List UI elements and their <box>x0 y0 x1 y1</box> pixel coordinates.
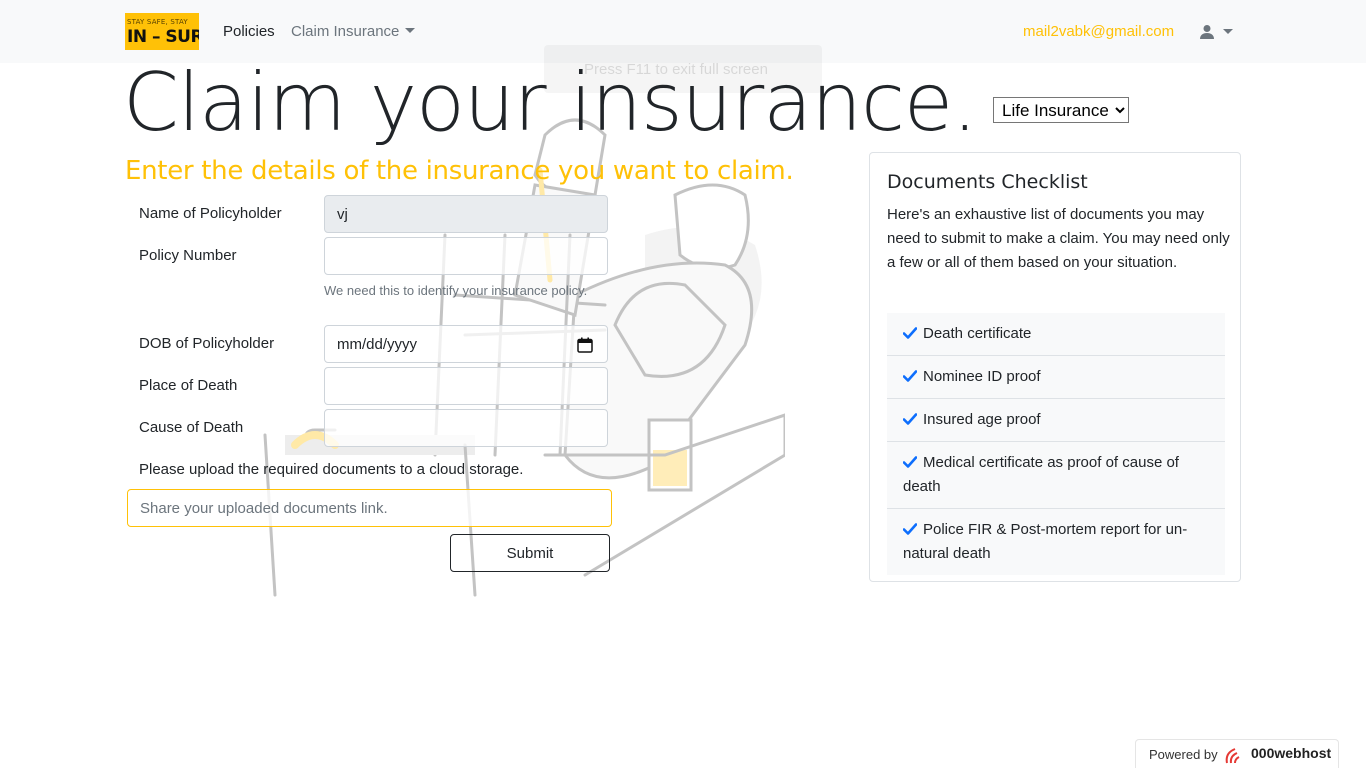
checklist-item-label: Police FIR & Post-mortem report for un-n… <box>903 521 1188 562</box>
name-field[interactable] <box>324 195 608 233</box>
logo-tagline: STAY SAFE, STAY <box>127 18 188 26</box>
brand-logo[interactable]: STAY SAFE, STAY IN – SURE <box>125 13 199 50</box>
check-icon <box>903 523 917 535</box>
place-of-death-label: Place of Death <box>139 377 238 394</box>
checklist-item-label: Medical certificate as proof of cause of… <box>903 454 1179 495</box>
logo-text: IN – SURE <box>127 27 199 47</box>
webhost-brand: 000webhost <box>1251 745 1332 761</box>
powered-by-badge[interactable]: Powered by 000webhost <box>1135 739 1339 768</box>
upload-instruction: Please upload the required documents to … <box>139 461 524 478</box>
user-icon[interactable] <box>1199 24 1215 40</box>
checklist-item: Insured age proof <box>887 399 1225 442</box>
name-label: Name of Policyholder <box>139 205 282 222</box>
policy-number-help: We need this to identify your insurance … <box>324 283 588 298</box>
check-icon <box>903 413 917 425</box>
checklist-item-label: Death certificate <box>923 325 1032 342</box>
checklist-title: Documents Checklist <box>887 171 1088 193</box>
nav-claim-insurance-dropdown[interactable]: Claim Insurance <box>291 22 416 42</box>
check-icon <box>903 370 917 382</box>
checklist-item-label: Insured age proof <box>923 411 1041 428</box>
dob-field[interactable]: mm/dd/yyyy <box>324 325 608 363</box>
checklist-item: Nominee ID proof <box>887 356 1225 399</box>
checklist-items: Death certificate Nominee ID proof Insur… <box>887 313 1225 575</box>
chevron-down-icon <box>405 28 416 33</box>
documents-link-input[interactable] <box>127 489 612 527</box>
webhost-logo-icon <box>1225 748 1240 764</box>
policy-number-field[interactable] <box>324 237 608 275</box>
dob-label: DOB of Policyholder <box>139 335 275 352</box>
policy-number-label: Policy Number <box>139 247 237 264</box>
check-icon <box>903 456 917 468</box>
powered-by-label: Powered by <box>1149 747 1218 762</box>
checklist-description: Here's an exhaustive list of documents y… <box>887 206 1230 271</box>
nav-policies-link[interactable]: Policies <box>223 22 275 42</box>
insurance-type-select[interactable]: Life Insurance <box>993 97 1129 123</box>
user-email[interactable]: mail2vabk@gmail.com <box>1023 22 1174 42</box>
cause-of-death-label: Cause of Death <box>139 419 244 436</box>
user-menu-chevron-icon[interactable] <box>1223 29 1233 34</box>
cause-of-death-field[interactable] <box>324 409 608 447</box>
place-of-death-field[interactable] <box>324 367 608 405</box>
check-icon <box>903 327 917 339</box>
submit-button[interactable]: Submit <box>450 534 610 572</box>
page-subtitle: Enter the details of the insurance you w… <box>125 156 794 186</box>
checklist-item: Medical certificate as proof of cause of… <box>887 442 1225 509</box>
checklist-item: Police FIR & Post-mortem report for un-n… <box>887 509 1225 575</box>
calendar-icon[interactable] <box>577 337 593 353</box>
nav-claim-insurance-label: Claim Insurance <box>291 23 400 40</box>
checklist-item: Death certificate <box>887 313 1225 356</box>
documents-checklist-card: Documents Checklist Here's an exhaustive… <box>869 152 1241 582</box>
dob-placeholder: mm/dd/yyyy <box>337 336 418 353</box>
checklist-item-label: Nominee ID proof <box>923 368 1041 385</box>
page-title: Claim your insurance. <box>123 56 978 149</box>
